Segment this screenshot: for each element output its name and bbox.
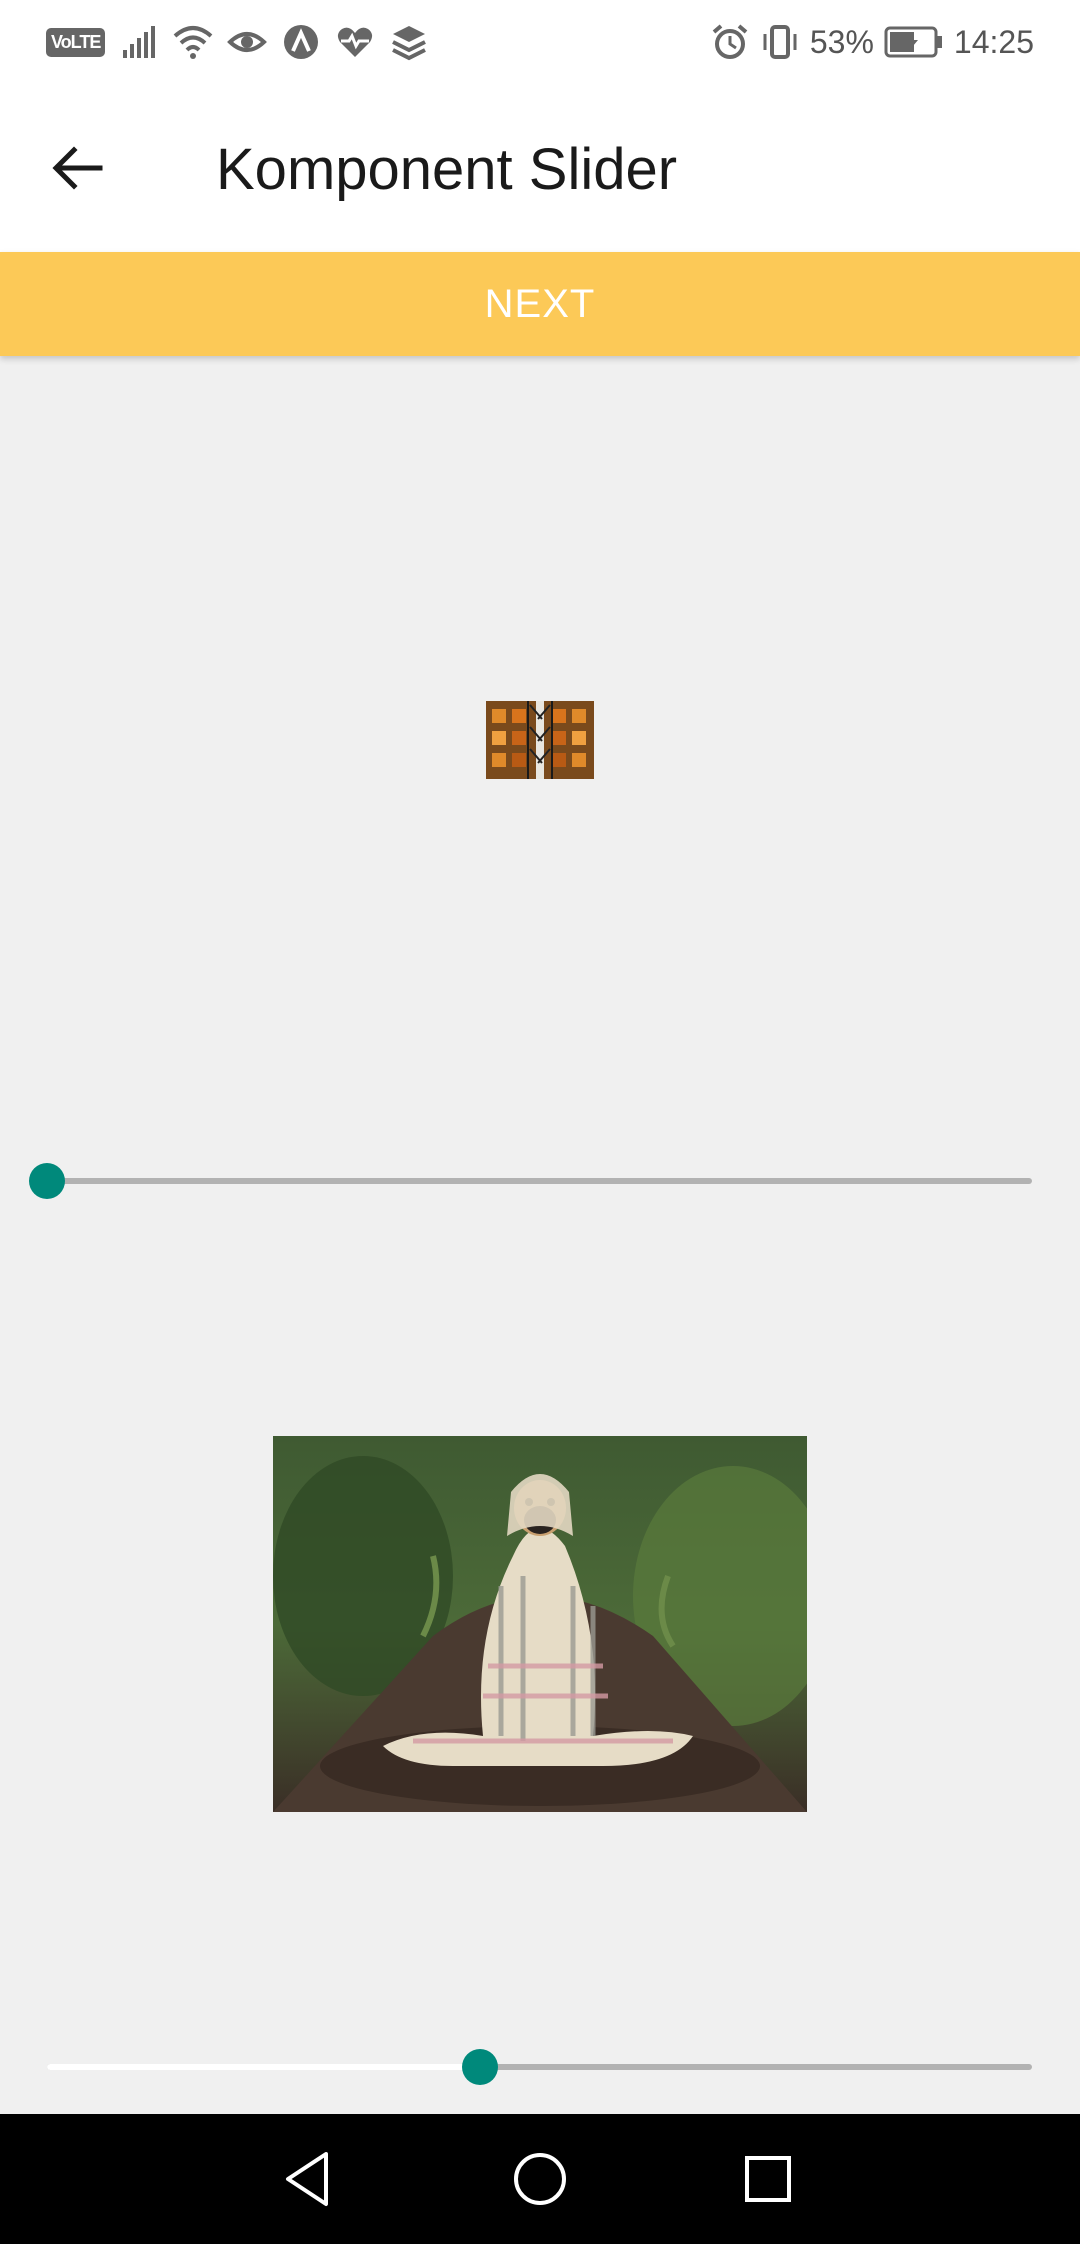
wifi-icon (174, 26, 213, 59)
alarm-icon (712, 24, 748, 59)
top-slider[interactable] (29, 1151, 1032, 1211)
arrow-back-icon (52, 146, 103, 190)
signal-icon (123, 26, 156, 58)
volte-icon: VoLTE (46, 27, 106, 57)
status-icons-left: VoLTE (46, 22, 429, 62)
nav-back-icon[interactable] (274, 2144, 344, 2214)
navigation-bar (0, 2114, 1080, 2244)
status-bar: VoLTE 53% 14:25 (0, 0, 1080, 86)
heart-pulse-icon (338, 27, 373, 57)
slider-thumb[interactable] (462, 2049, 499, 2085)
pug-in-blanket-photo (273, 1436, 807, 1812)
page-title: Komponent Slider (216, 137, 678, 202)
vibrate-icon (763, 25, 797, 59)
battery-charging-icon (884, 26, 942, 58)
next-button[interactable]: NEXT (0, 252, 1080, 356)
status-icons-right: 53% 14:25 (710, 22, 1034, 62)
slider-thumb[interactable] (29, 1163, 65, 1199)
slider-track (47, 1178, 1032, 1184)
nav-recents-icon[interactable] (733, 2144, 803, 2214)
battery-percent: 53% (809, 23, 874, 60)
fire-escape-photo (486, 701, 594, 779)
app-bar: Komponent Slider (0, 86, 1080, 252)
nav-home-icon[interactable] (505, 2144, 575, 2214)
layers-icon (392, 26, 427, 61)
bottom-slider[interactable] (47, 2037, 1032, 2097)
clock-time: 14:25 (953, 23, 1034, 60)
slider-fill (47, 2064, 481, 2070)
back-button[interactable] (38, 128, 118, 208)
app-a-icon (284, 25, 319, 59)
eye-icon (227, 32, 268, 52)
